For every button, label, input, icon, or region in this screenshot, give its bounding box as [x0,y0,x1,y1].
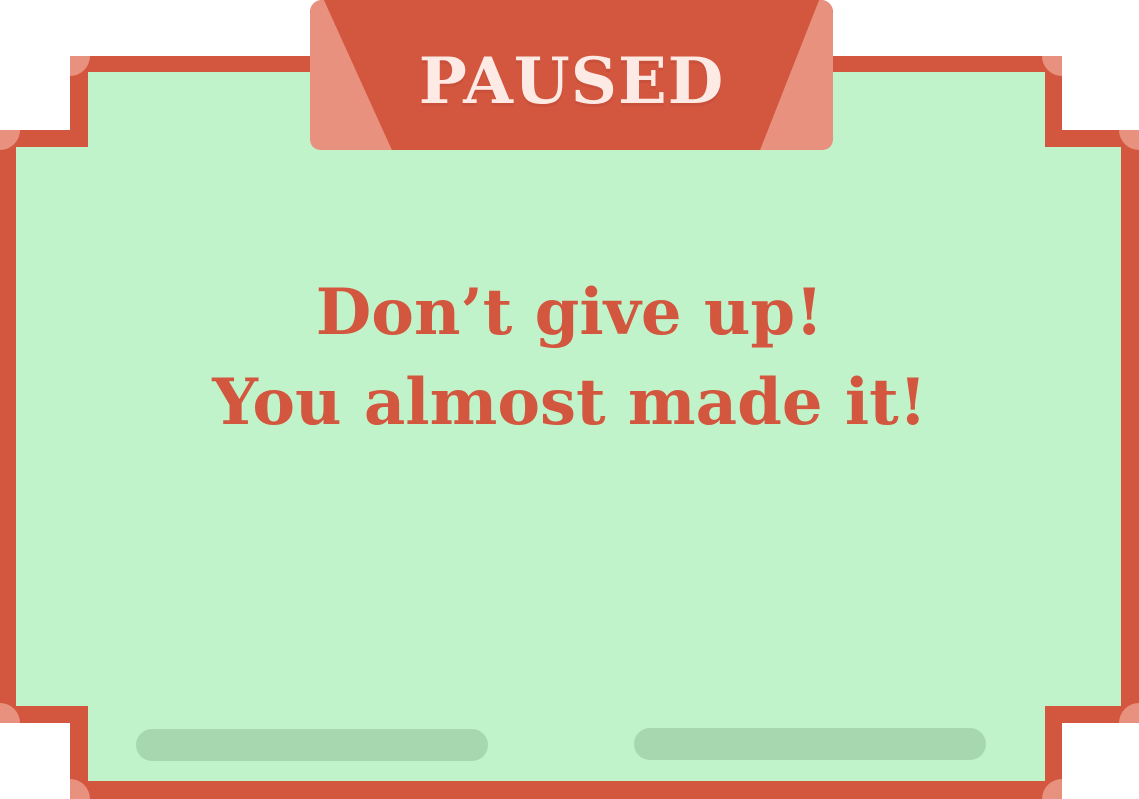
banner-title: PAUSED [418,43,725,119]
encouragement-message: Don’t give up! You almost made it! [60,268,1079,448]
message-line-1: Don’t give up! [315,275,824,350]
left-button-slot[interactable] [136,729,488,761]
message-line-2: You almost made it! [212,365,927,440]
pause-dialog: PAUSED Don’t give up! You almost made it… [0,0,1139,799]
right-button-slot[interactable] [634,728,986,760]
